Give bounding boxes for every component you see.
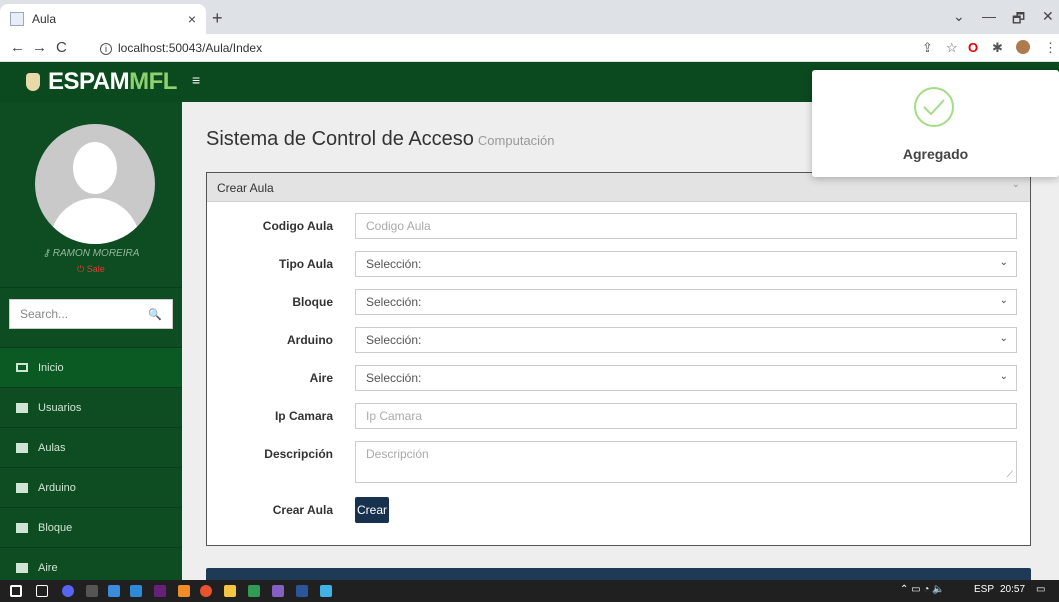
- sidebar-item-usuarios[interactable]: Usuarios: [0, 388, 182, 428]
- reload-icon[interactable]: C: [56, 39, 67, 56]
- task-view-icon[interactable]: [36, 585, 48, 597]
- extensions-icon[interactable]: ✱: [992, 40, 1003, 56]
- vscode-icon[interactable]: [130, 585, 142, 597]
- label-codigo-aula: Codigo Aula: [262, 219, 333, 233]
- arduino-select[interactable]: Selección: ⌄: [355, 327, 1017, 353]
- table-icon: [16, 562, 28, 573]
- page-favicon-icon: [10, 12, 24, 26]
- maximize-button[interactable]: 🗗: [1012, 8, 1025, 32]
- sidebar-item-aulas[interactable]: Aulas: [0, 428, 182, 468]
- start-icon[interactable]: [10, 585, 22, 597]
- tray-icons[interactable]: ⌃ ▭ ◔ 🔈: [900, 584, 945, 595]
- forward-arrow-icon[interactable]: →: [32, 39, 47, 56]
- resize-grip-icon[interactable]: ⟋: [1007, 469, 1013, 480]
- browser-menu-icon[interactable]: ⋮: [1044, 40, 1057, 56]
- visual-studio-icon[interactable]: [272, 585, 284, 597]
- profile-avatar-icon[interactable]: [1016, 40, 1030, 54]
- sidebar-item-arduino[interactable]: Arduino: [0, 468, 182, 508]
- search-icon[interactable]: 🔍: [148, 308, 162, 321]
- back-arrow-icon[interactable]: ←: [10, 39, 25, 56]
- search-input[interactable]: Search... 🔍: [9, 299, 173, 329]
- tab-title: Aula: [32, 12, 57, 26]
- browser-tab-strip: Aula × + ⌄ — 🗗 ✕: [0, 0, 1059, 34]
- word-icon[interactable]: [296, 585, 308, 597]
- key-icon: ⚷: [42, 248, 53, 259]
- bloque-select[interactable]: Selección: ⌄: [355, 289, 1017, 315]
- sidebar-item-aire[interactable]: Aire: [0, 548, 182, 580]
- windows-taskbar: ⌃ ▭ ◔ 🔈 ESP 20:57 ▭: [0, 580, 1059, 602]
- app-grid-icon[interactable]: [248, 585, 260, 597]
- success-toast: Agregado: [812, 70, 1059, 177]
- table-icon: [16, 402, 28, 413]
- collapse-chevron-icon[interactable]: ⌄: [1012, 179, 1020, 190]
- success-check-icon: [914, 87, 954, 127]
- bookmark-star-icon[interactable]: ☆: [946, 40, 958, 56]
- url-field[interactable]: i localhost:50043/Aula/Index: [100, 41, 262, 55]
- clock[interactable]: 20:57: [1000, 584, 1025, 595]
- sidebar: ESPAM MFL ⚷ RAMON MOREIRA ⏻ Sale Search..…: [0, 62, 182, 580]
- page-title: Sistema de Control de Acceso Computación: [206, 128, 555, 150]
- user-panel: ⚷ RAMON MOREIRA ⏻ Sale: [0, 102, 182, 288]
- power-icon: ⏻: [77, 264, 87, 274]
- user-avatar: [35, 124, 155, 244]
- chevron-down-icon: ⌄: [999, 257, 1008, 268]
- secondary-panel-header: [206, 568, 1031, 580]
- app-icon[interactable]: [320, 585, 332, 597]
- chevron-down-icon: ⌄: [999, 295, 1008, 306]
- label-ip-camara: Ip Camara: [274, 409, 333, 423]
- crear-button[interactable]: Crear: [355, 497, 389, 523]
- notification-icon[interactable]: ▭: [1036, 584, 1045, 595]
- close-window-button[interactable]: ✕: [1042, 8, 1054, 25]
- table-icon: [16, 522, 28, 533]
- address-bar: ← → C i localhost:50043/Aula/Index ⇪ ☆ O …: [0, 34, 1059, 62]
- tab-close-icon[interactable]: ×: [188, 11, 196, 27]
- app-icon[interactable]: [178, 585, 190, 597]
- new-tab-button[interactable]: +: [212, 8, 223, 29]
- descripcion-textarea[interactable]: Descripción ⟋: [355, 441, 1017, 483]
- page-subtitle: Computación: [477, 133, 555, 148]
- monitor-icon: [16, 363, 28, 372]
- create-aula-form: Crear Aula ⌄ Codigo Aula Codigo Aula Tip…: [206, 172, 1031, 546]
- label-tipo-aula: Tipo Aula: [279, 257, 333, 271]
- label-arduino: Arduino: [287, 333, 333, 347]
- share-icon[interactable]: ⇪: [922, 40, 933, 56]
- table-icon: [16, 442, 28, 453]
- opera-icon[interactable]: O: [968, 40, 978, 55]
- aire-select[interactable]: Selección: ⌄: [355, 365, 1017, 391]
- label-aire: Aire: [309, 371, 333, 385]
- hamburger-menu-icon[interactable]: ≡: [192, 72, 200, 88]
- form-header: Crear Aula ⌄: [207, 173, 1030, 202]
- info-icon[interactable]: i: [100, 43, 112, 55]
- chevron-down-icon: ⌄: [999, 333, 1008, 344]
- terminal-icon[interactable]: [86, 585, 98, 597]
- label-descripcion: Descripción: [264, 447, 333, 461]
- logout-link[interactable]: ⏻ Sale: [0, 264, 182, 275]
- ip-camara-input[interactable]: Ip Camara: [355, 403, 1017, 429]
- label-bloque: Bloque: [292, 295, 333, 309]
- browser-tab[interactable]: Aula ×: [0, 4, 206, 34]
- university-shield-icon: [26, 73, 40, 91]
- toast-message: Agregado: [902, 146, 969, 162]
- label-crear-aula: Crear Aula: [272, 503, 333, 517]
- folder-icon[interactable]: [224, 585, 236, 597]
- discord-icon[interactable]: [62, 585, 74, 597]
- visual-studio-icon[interactable]: [154, 585, 166, 597]
- codigo-aula-input[interactable]: Codigo Aula: [355, 213, 1017, 239]
- chrome-icon[interactable]: [200, 585, 212, 597]
- brand-logo[interactable]: ESPAM MFL: [0, 62, 182, 102]
- sidebar-item-bloque[interactable]: Bloque: [0, 508, 182, 548]
- minimize-button[interactable]: —: [982, 8, 996, 24]
- table-icon: [16, 482, 28, 493]
- tipo-aula-select[interactable]: Selección: ⌄: [355, 251, 1017, 277]
- sidebar-search: Search... 🔍: [0, 288, 182, 348]
- sidebar-item-inicio[interactable]: Inicio: [0, 348, 182, 388]
- file-explorer-icon[interactable]: [108, 585, 120, 597]
- language-indicator[interactable]: ESP: [974, 584, 994, 595]
- user-name: ⚷ RAMON MOREIRA: [42, 248, 140, 259]
- tab-search-icon[interactable]: ⌄: [953, 8, 965, 25]
- chevron-down-icon: ⌄: [999, 371, 1008, 382]
